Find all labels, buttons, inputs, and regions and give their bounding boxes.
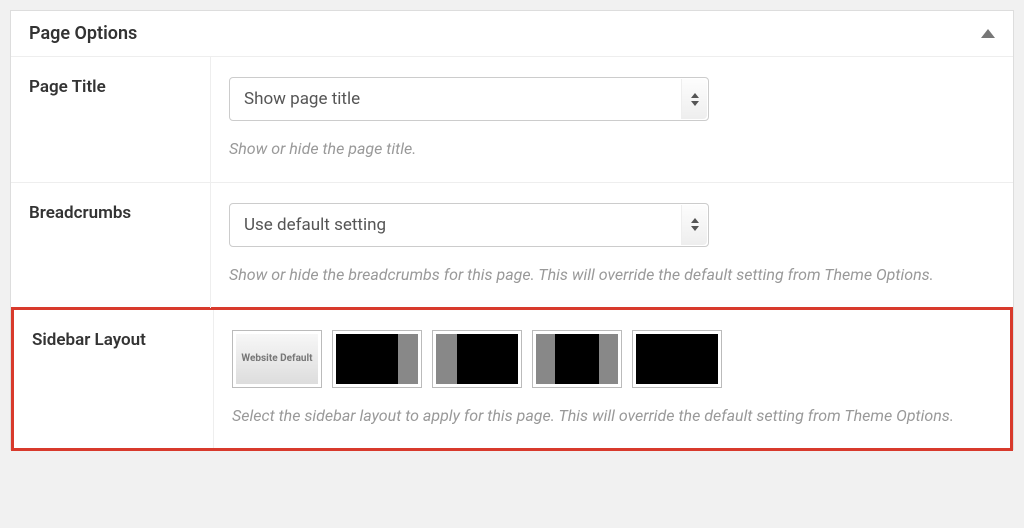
panel-header[interactable]: Page Options <box>11 11 1013 57</box>
layout-default-label: Website Default <box>236 334 318 384</box>
layout-thumb-right-icon <box>336 334 418 384</box>
label-page-title: Page Title <box>11 57 211 182</box>
panel-title: Page Options <box>29 23 137 44</box>
breadcrumbs-help: Show or hide the breadcrumbs for this pa… <box>229 263 979 288</box>
page-title-select-wrap: Show page title <box>229 77 709 121</box>
layout-option-left-sidebar[interactable] <box>432 330 522 388</box>
content-sidebar-layout: Website Default <box>214 310 1010 449</box>
layout-option-right-sidebar[interactable] <box>332 330 422 388</box>
content-breadcrumbs: Use default setting Show or hide the bre… <box>211 183 1013 308</box>
layout-thumb-full-icon <box>636 334 718 384</box>
layout-thumb-left-icon <box>436 334 518 384</box>
sidebar-layout-help: Select the sidebar layout to apply for t… <box>232 404 982 429</box>
label-breadcrumbs: Breadcrumbs <box>11 183 211 308</box>
sidebar-layout-options: Website Default <box>232 330 992 388</box>
page-title-select[interactable]: Show page title <box>229 77 709 121</box>
breadcrumbs-select[interactable]: Use default setting <box>229 203 709 247</box>
layout-thumb-both-icon <box>536 334 618 384</box>
row-page-title: Page Title Show page title Show or hide … <box>11 57 1013 183</box>
breadcrumbs-select-wrap: Use default setting <box>229 203 709 247</box>
row-sidebar-layout: Sidebar Layout Website Default <box>11 307 1013 452</box>
row-breadcrumbs: Breadcrumbs Use default setting Show or … <box>11 183 1013 309</box>
collapse-up-icon[interactable] <box>981 29 995 38</box>
label-sidebar-layout: Sidebar Layout <box>14 310 214 449</box>
page-options-panel: Page Options Page Title Show page title … <box>10 10 1014 450</box>
layout-option-no-sidebar[interactable] <box>632 330 722 388</box>
content-page-title: Show page title Show or hide the page ti… <box>211 57 1013 182</box>
layout-option-both-sidebars[interactable] <box>532 330 622 388</box>
layout-option-default[interactable]: Website Default <box>232 330 322 388</box>
page-title-help: Show or hide the page title. <box>229 137 979 162</box>
